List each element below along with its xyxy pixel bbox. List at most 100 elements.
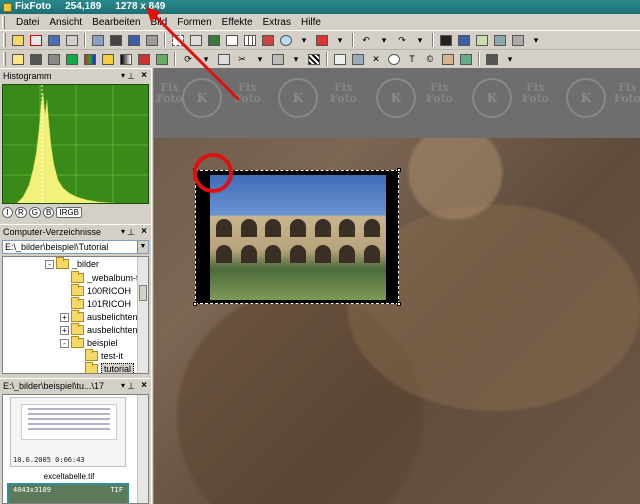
tree-item[interactable]: 101RICOH bbox=[71, 297, 131, 311]
scanner-icon[interactable] bbox=[90, 33, 106, 48]
menu-formen[interactable]: Formen bbox=[172, 17, 216, 28]
toolbar-grip[interactable] bbox=[3, 33, 6, 47]
close-panel-icon[interactable]: × bbox=[141, 69, 147, 83]
color-balance-icon[interactable] bbox=[82, 52, 98, 67]
resize-handle[interactable] bbox=[397, 168, 401, 172]
channel-b[interactable]: B bbox=[43, 207, 55, 218]
flip-dropdown-icon[interactable]: ▾ bbox=[252, 52, 268, 67]
rotate-dropdown-icon[interactable]: ▾ bbox=[198, 52, 214, 67]
tree-item[interactable]: + ausbelichten-m bbox=[60, 323, 148, 337]
tree-item[interactable]: - beispiel bbox=[60, 336, 118, 350]
gallery-icon[interactable] bbox=[456, 33, 472, 48]
trash-dropdown-icon[interactable]: ▾ bbox=[528, 33, 544, 48]
retouch-icon[interactable] bbox=[136, 52, 152, 67]
clipboard-icon[interactable] bbox=[474, 33, 490, 48]
trash-icon[interactable] bbox=[510, 33, 526, 48]
type-icon[interactable]: T bbox=[404, 52, 420, 67]
perspective-dropdown-icon[interactable]: ▾ bbox=[288, 52, 304, 67]
scroll-thumb[interactable] bbox=[139, 285, 147, 301]
settings-icon[interactable] bbox=[144, 33, 160, 48]
tree-item[interactable]: 100RICOH bbox=[71, 284, 131, 298]
resize-icon[interactable] bbox=[216, 52, 232, 67]
brightness-icon[interactable] bbox=[100, 52, 116, 67]
perspective-icon[interactable] bbox=[270, 52, 286, 67]
close-panel-icon[interactable]: × bbox=[141, 379, 147, 393]
pattern-icon[interactable] bbox=[306, 52, 322, 67]
browser-scrollbar[interactable] bbox=[137, 395, 148, 503]
batch-icon[interactable] bbox=[492, 33, 508, 48]
open-folder-icon[interactable] bbox=[10, 33, 26, 48]
collapse-icon[interactable]: - bbox=[45, 259, 54, 269]
menu-ansicht[interactable]: Ansicht bbox=[44, 17, 87, 28]
tree-item[interactable]: test-it bbox=[85, 349, 123, 363]
frame-icon[interactable] bbox=[224, 33, 240, 48]
toolbar-grip[interactable] bbox=[3, 52, 6, 66]
flag-icon[interactable] bbox=[314, 33, 330, 48]
panel-menu-icon[interactable]: ▾ bbox=[121, 69, 125, 83]
ellipse-icon[interactable] bbox=[386, 52, 402, 67]
rotate-icon[interactable]: ⟳ bbox=[180, 52, 196, 67]
channel-i[interactable]: I bbox=[2, 207, 13, 218]
chevron-down-icon[interactable]: ▼ bbox=[137, 241, 148, 253]
sharpen-icon[interactable] bbox=[28, 52, 44, 67]
cross-tool-icon[interactable]: ✕ bbox=[368, 52, 384, 67]
auto-fix-icon[interactable] bbox=[10, 52, 26, 67]
selected-photo[interactable] bbox=[193, 168, 401, 306]
resize-handle[interactable] bbox=[397, 302, 401, 306]
menu-datei[interactable]: Datei bbox=[11, 17, 44, 28]
tree-item[interactable]: + ausbelichten bbox=[60, 310, 138, 324]
print-icon[interactable] bbox=[64, 33, 80, 48]
thumbnail-excel[interactable]: 10.6.2005 0:06:43 bbox=[10, 397, 126, 467]
flag-dropdown-icon[interactable]: ▾ bbox=[332, 33, 348, 48]
channel-r[interactable]: R bbox=[15, 207, 27, 218]
menu-bild[interactable]: Bild bbox=[146, 17, 173, 28]
pin-icon[interactable]: ⊥ bbox=[127, 69, 135, 83]
levels-icon[interactable] bbox=[64, 52, 80, 67]
close-image-icon[interactable] bbox=[28, 33, 44, 48]
pin-icon[interactable]: ⊥ bbox=[127, 379, 135, 393]
pin-icon[interactable]: ⊥ bbox=[127, 225, 135, 239]
thumbnail-selected[interactable]: 4043x3189 TIF bbox=[7, 483, 129, 503]
expand-icon[interactable]: + bbox=[60, 325, 69, 335]
resize-handle[interactable] bbox=[193, 302, 197, 306]
collapse-icon[interactable]: - bbox=[60, 338, 69, 348]
tree-item[interactable]: - _bilder bbox=[45, 257, 99, 271]
undo-icon[interactable]: ↶ bbox=[358, 33, 374, 48]
grayscale-icon[interactable] bbox=[46, 52, 62, 67]
menu-extras[interactable]: Extras bbox=[258, 17, 296, 28]
copyright-icon[interactable]: © bbox=[422, 52, 438, 67]
close-panel-icon[interactable]: × bbox=[141, 225, 147, 239]
gradation-icon[interactable] bbox=[118, 52, 134, 67]
monitor-icon[interactable] bbox=[126, 33, 142, 48]
menu-effekte[interactable]: Effekte bbox=[217, 17, 258, 28]
flip-icon[interactable]: ✂ bbox=[234, 52, 250, 67]
measure-icon[interactable] bbox=[260, 33, 276, 48]
effects-icon[interactable] bbox=[458, 52, 474, 67]
redo-dropdown-icon[interactable]: ▾ bbox=[412, 33, 428, 48]
pen-icon[interactable] bbox=[154, 52, 170, 67]
grid-icon[interactable] bbox=[242, 33, 258, 48]
path-combobox[interactable]: E:\_bilder\beispiel\Tutorial ▼ bbox=[2, 240, 149, 254]
channel-g[interactable]: G bbox=[28, 207, 42, 218]
slideshow-icon[interactable] bbox=[438, 33, 454, 48]
menu-hilfe[interactable]: Hilfe bbox=[296, 17, 326, 28]
tree-item-selected[interactable]: tutorial bbox=[85, 362, 135, 373]
crop-icon[interactable] bbox=[188, 33, 204, 48]
camera-icon[interactable] bbox=[108, 33, 124, 48]
channel-irgb[interactable]: IRGB bbox=[56, 207, 82, 218]
image-workspace[interactable]: Fix Foto K Fix Foto K Fix Foto K Fix Foto K … bbox=[154, 68, 640, 504]
menu-bearbeiten[interactable]: Bearbeiten bbox=[87, 17, 145, 28]
save-icon[interactable] bbox=[46, 33, 62, 48]
panel-menu-icon[interactable]: ▾ bbox=[121, 225, 125, 239]
text-tool-icon[interactable] bbox=[332, 52, 348, 67]
redo-icon[interactable]: ↷ bbox=[394, 33, 410, 48]
zoom-dropdown-icon[interactable]: ▾ bbox=[296, 33, 312, 48]
image-view-icon[interactable] bbox=[206, 33, 222, 48]
panel-menu-icon[interactable]: ▾ bbox=[121, 379, 125, 393]
filmstrip-icon[interactable] bbox=[484, 52, 500, 67]
expand-icon[interactable]: + bbox=[60, 312, 69, 322]
clone-icon[interactable] bbox=[350, 52, 366, 67]
filmstrip-dropdown-icon[interactable]: ▾ bbox=[502, 52, 518, 67]
menubar-grip[interactable] bbox=[2, 15, 5, 29]
hand-icon[interactable] bbox=[440, 52, 456, 67]
